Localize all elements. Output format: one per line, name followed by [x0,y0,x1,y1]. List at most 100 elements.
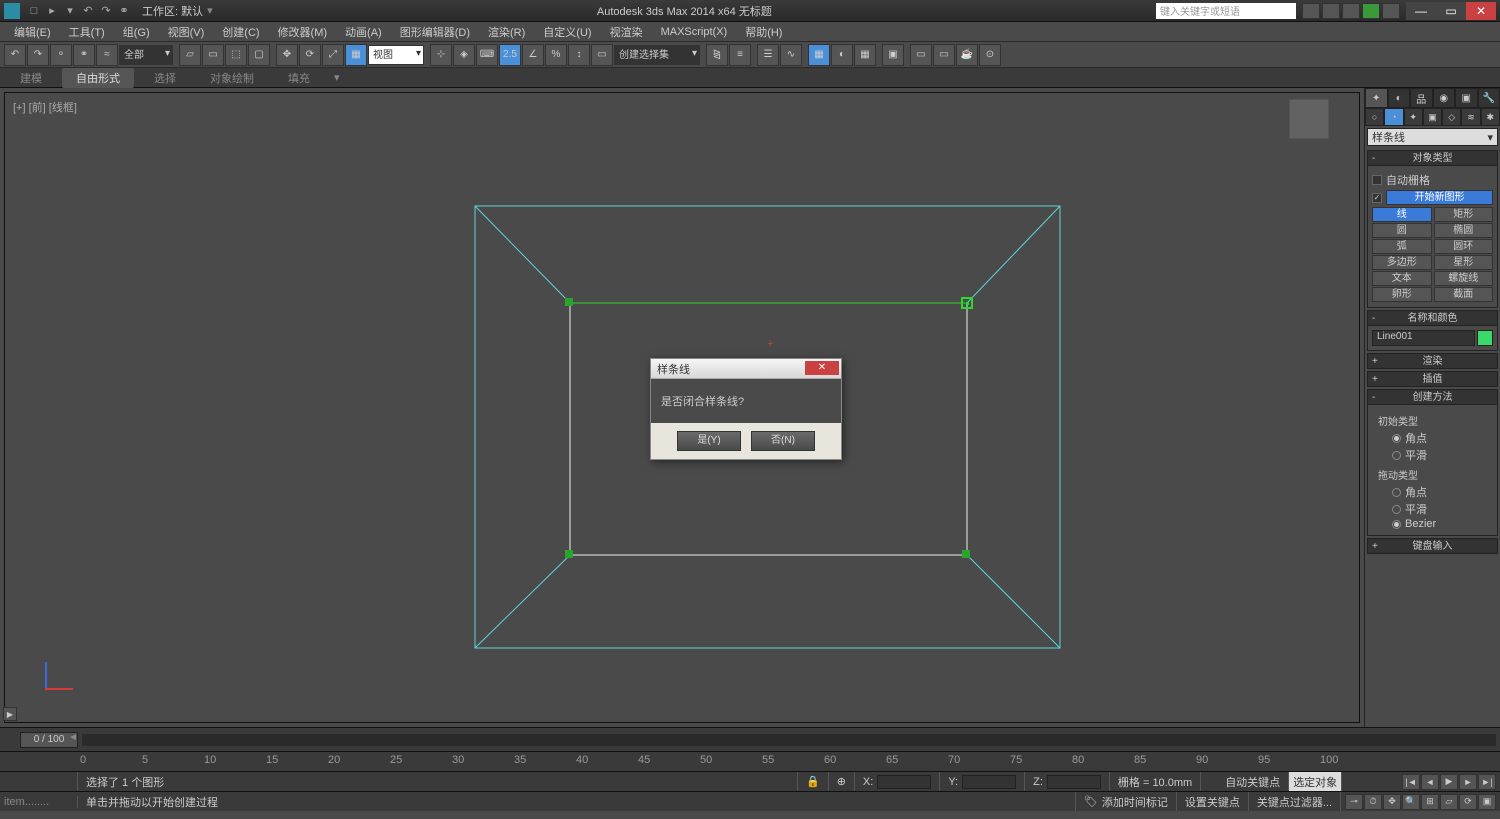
rollout-interp[interactable]: 插值 [1367,371,1498,387]
btn-startnew[interactable]: 开始新图形 [1386,190,1493,205]
tab-model[interactable]: 建模 [6,68,56,88]
menu-maxscript[interactable]: MAXScript(X) [653,24,736,40]
maximize-button[interactable]: ▭ [1436,2,1466,20]
next-frame-icon[interactable]: ► [1459,774,1477,790]
btn-arc[interactable]: 弧 [1372,239,1432,254]
workspace-label[interactable]: 工作区: 默认 [142,3,203,19]
btn-text[interactable]: 文本 [1372,271,1432,286]
goto-end-icon[interactable]: ►| [1478,774,1496,790]
nav-orbit-icon[interactable]: ⟳ [1459,794,1477,810]
menu-grapheditors[interactable]: 图形编辑器(D) [392,22,478,42]
anim-play-icon[interactable]: ▶ [3,707,17,721]
tab-freeform[interactable]: 自由形式 [62,68,134,88]
tool-named[interactable]: ▭ [591,44,613,66]
sub-cameras[interactable]: ▣ [1423,108,1442,126]
sub-helpers[interactable]: ◇ [1442,108,1461,126]
menu-group[interactable]: 组(G) [115,22,158,42]
sub-spacewarps[interactable]: ≋ [1461,108,1480,126]
keymode-combo[interactable]: 选定对象 [1289,772,1342,791]
tool-align[interactable]: ≡ [729,44,751,66]
key-mode-icon[interactable]: ⊸ [1345,794,1363,810]
timeline[interactable]: 0 / 100 [0,727,1500,751]
menu-animation[interactable]: 动画(A) [337,22,390,42]
menu-tools[interactable]: 工具(T) [61,22,113,42]
btn-star[interactable]: 星形 [1434,255,1494,270]
btn-rect[interactable]: 矩形 [1434,207,1494,222]
btn-ellipse[interactable]: 椭圆 [1434,223,1494,238]
tool-redo[interactable]: ↷ [27,44,49,66]
menu-rendering[interactable]: 渲染(R) [480,22,533,42]
cmdtab-create[interactable]: ✦ [1365,88,1388,108]
link-icon[interactable]: ⚭ [116,3,132,19]
search-input[interactable]: 键入关键字或短语 [1156,3,1296,19]
tool-render-iter[interactable]: ▭ [933,44,955,66]
sub-geom[interactable]: ○ [1365,108,1384,126]
menu-modifiers[interactable]: 修改器(M) [270,22,336,42]
tool-material[interactable]: ◐ [831,44,853,66]
tool-select[interactable]: ▱ [179,44,201,66]
cmdtab-display[interactable]: ▣ [1455,88,1478,108]
btn-section[interactable]: 截面 [1434,287,1494,302]
goto-start-icon[interactable]: |◄ [1402,774,1420,790]
tool-percent[interactable]: % [545,44,567,66]
help-btn[interactable] [1382,3,1400,19]
exchange-btn[interactable] [1342,3,1360,19]
tool-manip[interactable]: ◈ [453,44,475,66]
tool-render-setup[interactable]: ▦ [854,44,876,66]
radio-init-smooth[interactable] [1392,451,1401,460]
btn-ngon[interactable]: 多边形 [1372,255,1432,270]
tab-populate[interactable]: 填充 [274,68,324,88]
cmdtab-utilities[interactable]: 🔧 [1478,88,1500,108]
tool-pivot[interactable]: ⊹ [430,44,452,66]
btn-egg[interactable]: 卵形 [1372,287,1432,302]
minimize-button[interactable]: — [1406,2,1436,20]
y-field[interactable] [962,775,1016,789]
sub-btn[interactable] [1362,3,1380,19]
tool-unlink[interactable]: ⚭ [73,44,95,66]
view-combo[interactable]: 视图 [368,45,424,65]
tool-render-prod[interactable]: ▭ [910,44,932,66]
tool-move[interactable]: ✥ [276,44,298,66]
nav-zoomall-icon[interactable]: ⊞ [1421,794,1439,810]
tool-mirror[interactable]: ⧎ [706,44,728,66]
keyfilter-btn[interactable]: 关键点过滤器... [1249,792,1341,811]
rollout-method[interactable]: 创建方法 [1367,389,1498,405]
tool-rfw[interactable]: ▣ [882,44,904,66]
time-ruler[interactable]: 051015 20253035 40455055 60657075 808590… [0,751,1500,771]
cmdtab-modify[interactable]: ◐ [1388,88,1411,108]
tool-rotate[interactable]: ⟳ [299,44,321,66]
sub-lights[interactable]: ✦ [1404,108,1423,126]
tool-render[interactable]: ☕ [956,44,978,66]
cmdtab-motion[interactable]: ◉ [1433,88,1456,108]
play-icon[interactable]: ▶ [1440,774,1458,790]
radio-drag-bezier[interactable] [1392,520,1401,529]
rollout-objtype[interactable]: 对象类型 [1367,150,1498,166]
selset-combo[interactable]: 创建选择集 [614,45,700,65]
sub-shapes[interactable]: ◔ [1384,108,1403,126]
color-swatch[interactable] [1477,330,1493,346]
tool-angle[interactable]: ∠ [522,44,544,66]
menu-help[interactable]: 帮助(H) [737,22,790,42]
z-field[interactable] [1047,775,1101,789]
category-combo[interactable]: 样条线 [1367,128,1498,146]
menu-customize[interactable]: 自定义(U) [535,22,599,42]
radio-drag-smooth[interactable] [1392,505,1401,514]
dialog-title[interactable]: 样条线 ✕ [651,359,841,379]
tool-placement[interactable]: ▦ [345,44,367,66]
x-field[interactable] [877,775,931,789]
undo-icon[interactable]: ↶ [80,3,96,19]
setkey-btn[interactable]: 设置关键点 [1177,792,1249,811]
tool-window[interactable]: ▢ [248,44,270,66]
dialog-yes-button[interactable]: 是(Y) [677,431,741,451]
tool-scale[interactable]: ⤢ [322,44,344,66]
save-icon[interactable]: ▾ [62,3,78,19]
tool-layers[interactable]: ☰ [757,44,779,66]
tool-undo[interactable]: ↶ [4,44,26,66]
rollout-render[interactable]: 渲染 [1367,353,1498,369]
tool-curve[interactable]: ∿ [780,44,802,66]
tag-icon[interactable]: 🏷 [1084,795,1098,808]
menu-views[interactable]: 视图(V) [160,22,213,42]
lock-icon[interactable]: 🔒 [806,775,820,788]
cmdtab-hierarchy[interactable]: 品 [1410,88,1433,108]
tool-bind[interactable]: ≈ [96,44,118,66]
